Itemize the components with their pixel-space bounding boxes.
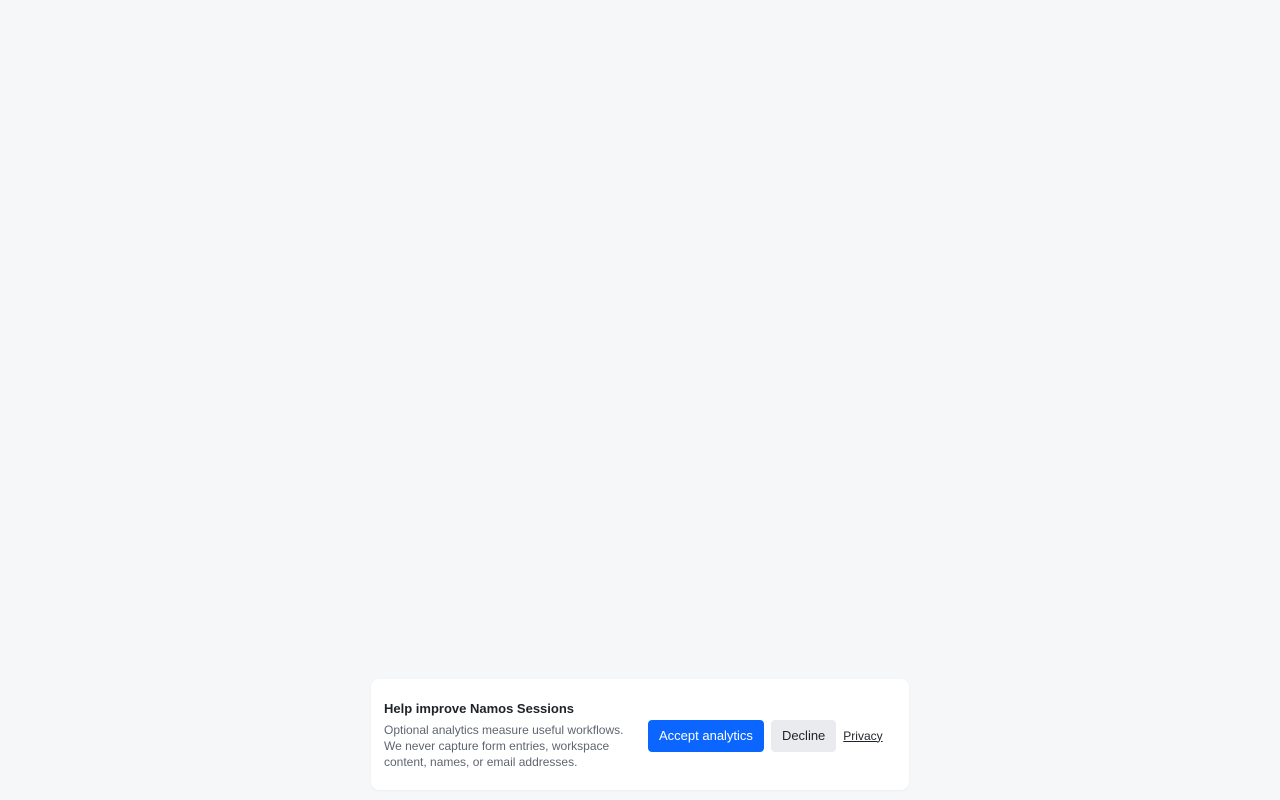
- banner-title: Help improve Namos Sessions: [384, 701, 575, 716]
- page-background: Help improve Namos Sessions Optional ana…: [0, 0, 1280, 800]
- banner-actions: Accept analytics Decline Privacy: [648, 719, 883, 752]
- privacy-link[interactable]: Privacy: [843, 729, 882, 743]
- analytics-consent-banner: Help improve Namos Sessions Optional ana…: [371, 679, 909, 790]
- banner-description: Optional analytics measure useful workfl…: [384, 723, 624, 769]
- decline-button[interactable]: Decline: [770, 719, 837, 752]
- banner-text-block: Help improve Namos Sessions Optional ana…: [384, 701, 628, 770]
- accept-analytics-button[interactable]: Accept analytics: [648, 719, 764, 752]
